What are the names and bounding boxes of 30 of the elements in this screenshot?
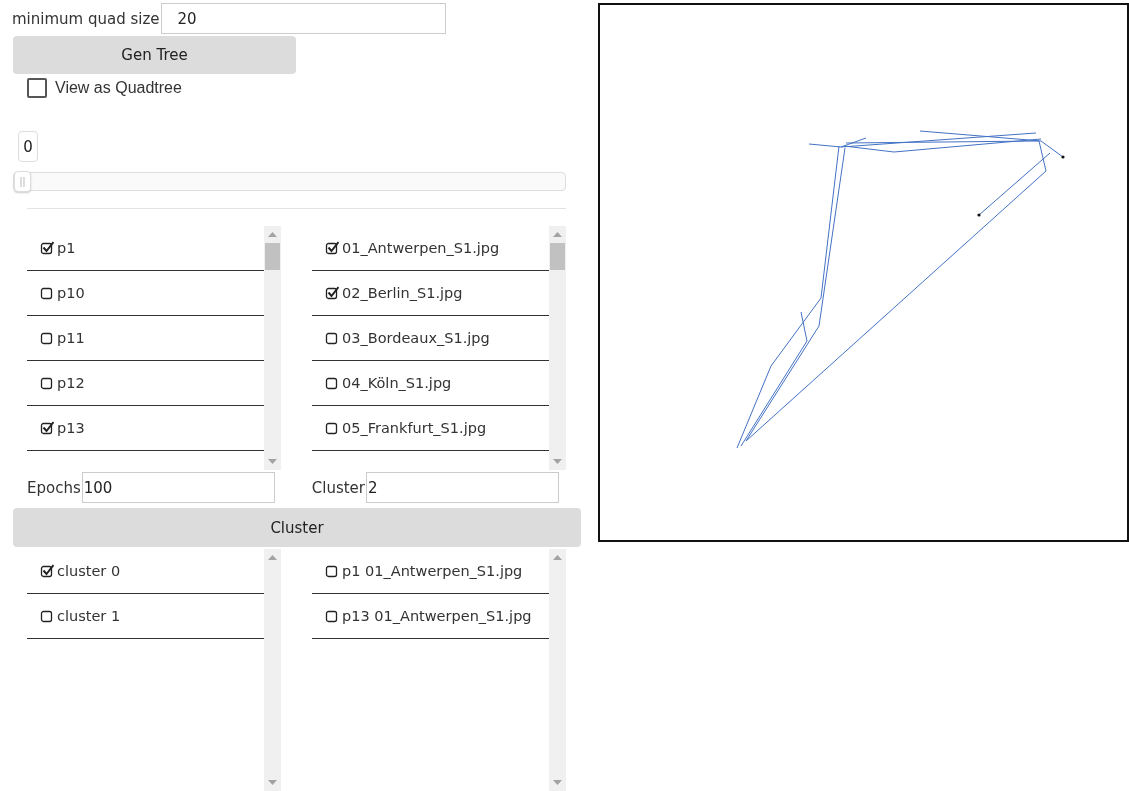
input-field[interactable]: 100 bbox=[81, 472, 275, 503]
slider-value: 0 bbox=[18, 131, 38, 162]
checkbox[interactable] bbox=[325, 331, 339, 345]
checkbox[interactable] bbox=[40, 376, 54, 390]
field-label: Cluster bbox=[311, 478, 365, 497]
checkbox[interactable] bbox=[325, 241, 339, 255]
input-field[interactable]: 20 bbox=[160, 3, 446, 34]
checkbox[interactable] bbox=[325, 376, 339, 390]
scroll-thumb[interactable] bbox=[550, 243, 565, 270]
checkbox[interactable] bbox=[40, 421, 54, 435]
field-label: minimum quad size bbox=[12, 9, 160, 28]
slider-thumb[interactable] bbox=[14, 171, 31, 192]
checkbox[interactable] bbox=[40, 564, 54, 578]
checkbox[interactable] bbox=[40, 609, 54, 623]
checkbox[interactable] bbox=[325, 564, 339, 578]
gen-tree-button[interactable]: Gen Tree bbox=[13, 36, 296, 74]
field-label: Epochs bbox=[27, 478, 81, 497]
checkbox[interactable] bbox=[40, 241, 54, 255]
checkbox[interactable] bbox=[325, 609, 339, 623]
scroll-thumb[interactable] bbox=[265, 243, 280, 270]
checkbox[interactable] bbox=[40, 331, 54, 345]
scrollbar[interactable] bbox=[549, 226, 566, 470]
checkbox[interactable] bbox=[325, 286, 339, 300]
checkbox[interactable] bbox=[40, 286, 54, 300]
input-field[interactable]: 2 bbox=[366, 472, 559, 503]
checkbox-label: View as Quadtree bbox=[55, 79, 182, 97]
checkbox[interactable] bbox=[27, 78, 47, 98]
checkbox[interactable] bbox=[325, 421, 339, 435]
scrollbar[interactable] bbox=[264, 226, 281, 470]
cluster-button[interactable]: Cluster bbox=[13, 508, 581, 547]
